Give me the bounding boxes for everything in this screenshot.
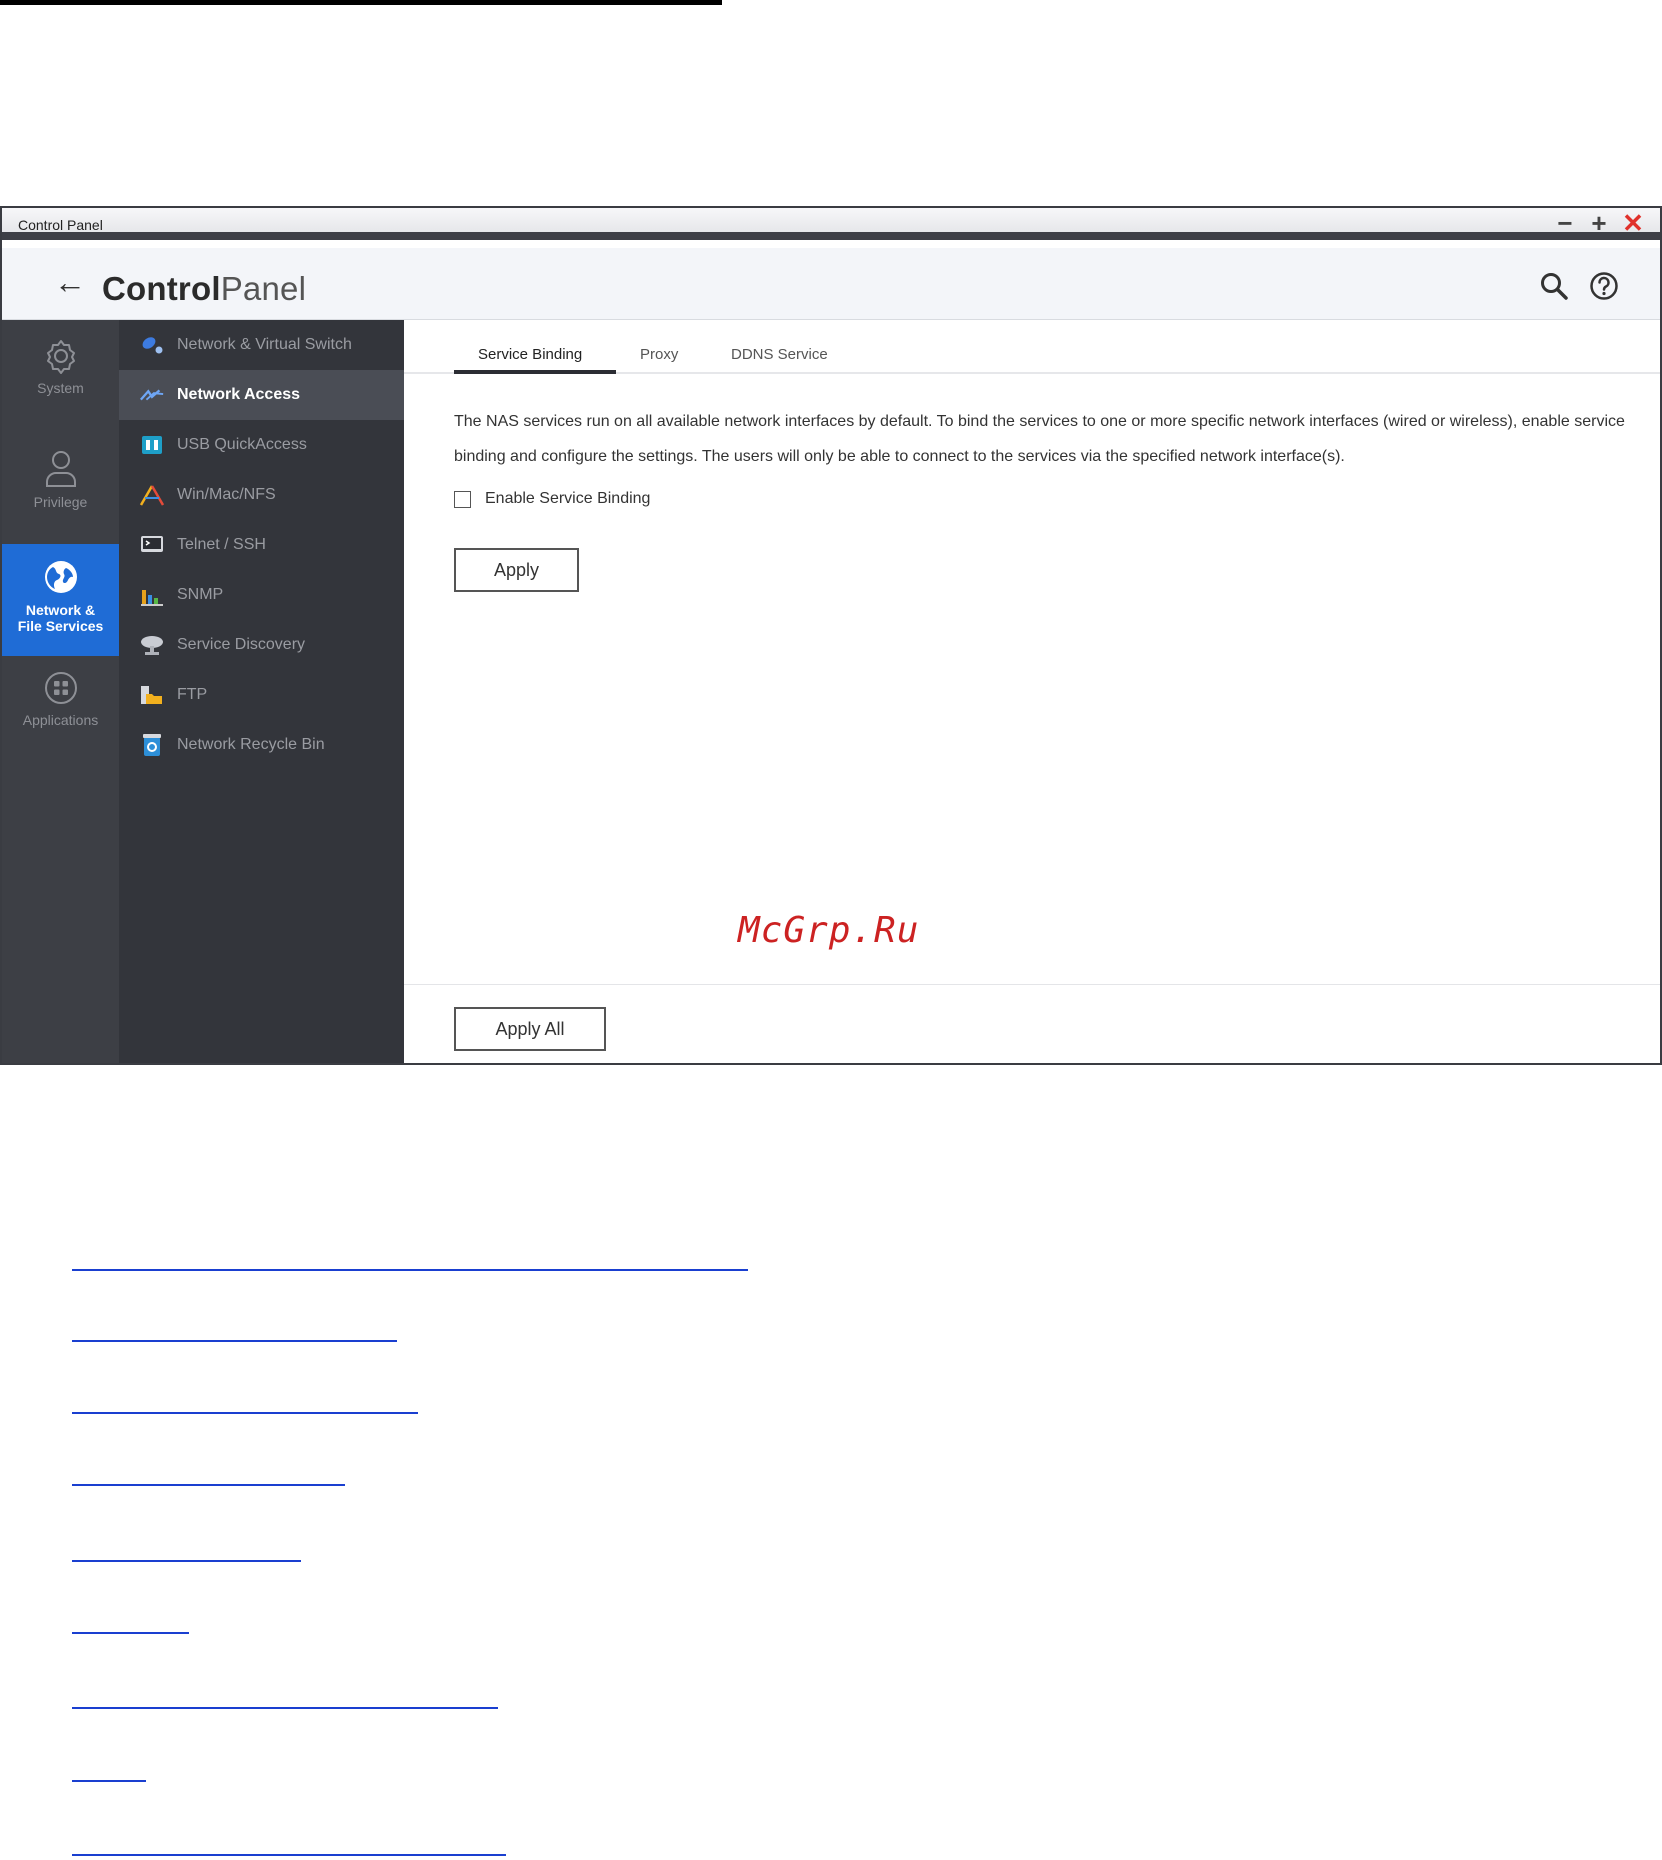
top-rule <box>0 0 722 5</box>
apply-button[interactable]: Apply <box>454 548 579 592</box>
globe-icon <box>44 561 77 593</box>
network-switch-icon <box>139 332 165 358</box>
window-title: Control Panel <box>18 217 103 233</box>
usb-icon <box>139 432 165 458</box>
close-button[interactable]: ✕ <box>1618 208 1648 238</box>
submenu-item-win-mac-nfs[interactable]: Win/Mac/NFS <box>119 470 404 520</box>
watermark-text: McGrp.Ru <box>738 910 920 951</box>
apply-all-button[interactable]: Apply All <box>454 1007 606 1051</box>
snmp-chart-icon <box>139 582 165 608</box>
content-panel: Service Binding Proxy DDNS Service The N… <box>404 320 1660 1063</box>
rail-label-applications: Applications <box>22 712 99 728</box>
app-header: ← ControlPanel <box>2 248 1660 320</box>
submenu-item-network-virtual-switch[interactable]: Network & Virtual Switch <box>119 320 404 370</box>
rail-item-network-file-services[interactable]: Network & File Services <box>2 544 119 656</box>
submenu-item-snmp[interactable]: SNMP <box>119 570 404 620</box>
submenu-item-telnet-ssh[interactable]: Telnet / SSH <box>119 520 404 570</box>
app-title-light: Panel <box>220 270 307 307</box>
link-underline[interactable] <box>72 1484 345 1486</box>
app-title-bold: Control <box>102 270 221 307</box>
rail-label-privilege: Privilege <box>33 494 88 510</box>
service-binding-description: The NAS services run on all available ne… <box>454 413 1625 465</box>
tab-ddns-service[interactable]: DDNS Service <box>731 346 828 363</box>
help-icon[interactable] <box>1588 270 1620 302</box>
recycle-bin-icon <box>139 732 165 758</box>
minimize-button[interactable]: − <box>1550 208 1580 238</box>
rail-label-network-line2: File Services <box>17 618 104 634</box>
maximize-button[interactable]: + <box>1584 208 1614 238</box>
link-underline[interactable] <box>72 1269 748 1271</box>
submenu-label: Win/Mac/NFS <box>177 486 276 503</box>
link-underline[interactable] <box>72 1780 146 1782</box>
submenu-item-service-discovery[interactable]: Service Discovery <box>119 620 404 670</box>
rail-label-network-line1: Network & <box>25 602 96 618</box>
terminal-icon <box>139 532 165 558</box>
submenu-item-ftp[interactable]: FTP <box>119 670 404 720</box>
submenu-item-usb-quickaccess[interactable]: USB QuickAccess <box>119 420 404 470</box>
submenu-label: Network Recycle Bin <box>177 736 325 753</box>
app-title: ControlPanel <box>102 270 306 308</box>
network-access-icon <box>139 382 165 408</box>
ftp-folder-icon <box>139 682 165 708</box>
submenu-label: Network & Virtual Switch <box>177 336 352 353</box>
link-underline[interactable] <box>72 1632 189 1634</box>
submenu-label: Service Discovery <box>177 636 306 653</box>
grid-icon <box>44 672 77 704</box>
category-rail: System Privilege Network & File Services <box>2 320 119 1063</box>
tab-proxy[interactable]: Proxy <box>640 346 678 363</box>
content-footer: Apply All <box>404 984 1660 1063</box>
submenu-label: Network Access <box>177 386 301 403</box>
enable-service-binding-label: Enable Service Binding <box>485 490 651 507</box>
search-icon[interactable] <box>1538 270 1570 302</box>
link-underline[interactable] <box>72 1412 418 1414</box>
link-underline[interactable] <box>72 1560 301 1562</box>
discovery-icon <box>139 632 165 658</box>
submenu-label: FTP <box>177 686 208 703</box>
tab-service-binding[interactable]: Service Binding <box>478 346 582 363</box>
user-icon <box>45 451 76 487</box>
rail-item-applications[interactable]: Applications <box>2 666 119 756</box>
back-arrow-icon[interactable]: ← <box>54 264 86 301</box>
enable-service-binding-checkbox[interactable] <box>454 490 471 508</box>
win-mac-nfs-icon <box>139 482 165 508</box>
submenu-item-network-access[interactable]: Network Access <box>119 370 404 420</box>
titlebar: Control Panel − + ✕ <box>2 208 1660 240</box>
enable-service-binding-row[interactable]: Enable Service Binding <box>454 490 650 508</box>
link-underline[interactable] <box>72 1340 397 1342</box>
submenu-label: SNMP <box>177 586 224 603</box>
submenu-label: USB QuickAccess <box>177 436 307 453</box>
rail-item-system[interactable]: System <box>2 334 119 424</box>
link-underline[interactable] <box>72 1707 498 1709</box>
rail-item-privilege[interactable]: Privilege <box>2 444 119 534</box>
rail-label-system: System <box>37 380 84 396</box>
active-tab-indicator <box>454 370 616 374</box>
gear-icon <box>46 340 75 374</box>
submenu-item-network-recycle-bin[interactable]: Network Recycle Bin <box>119 720 404 770</box>
submenu-label: Telnet / SSH <box>177 536 266 553</box>
submenu: Network & Virtual Switch Network Access … <box>119 320 404 1063</box>
link-underline[interactable] <box>72 1854 506 1856</box>
